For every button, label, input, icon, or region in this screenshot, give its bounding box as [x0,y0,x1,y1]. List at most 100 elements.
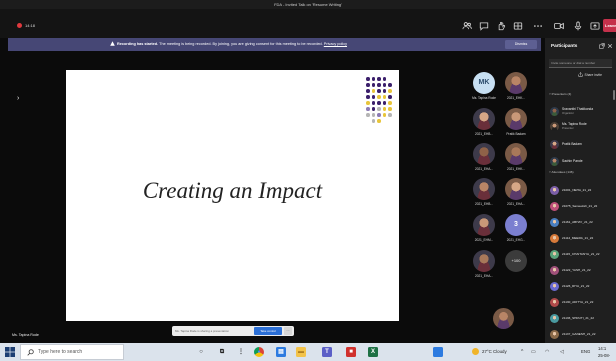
participant-tile[interactable]: 2021_EHA... [467,250,501,278]
presenter-row[interactable]: Ms. Tapina Rode Presenter [545,122,616,134]
meeting-toolbar: 14:18 Leave [0,9,616,38]
dismiss-button[interactable]: Dismiss [505,40,537,49]
more-icon[interactable] [533,21,543,31]
slide-decoration-dot [371,119,376,123]
presenters-section-header[interactable]: ˅ Presenters (4) [549,92,571,96]
participant-tile[interactable]: 2021_EHM... [467,214,501,242]
breakout-rooms-icon[interactable] [513,21,523,31]
participant-tile[interactable]: 2021_EHA... [467,143,501,171]
participant-name: 2021_EHB... [474,132,494,136]
slide-decoration-dot [371,77,376,81]
attendee-row[interactable]: 21115_CHAITANYA_21_22 [545,250,616,260]
battery-icon[interactable]: ▭ [531,349,536,355]
attendee-row[interactable]: 21126_RIYA_21_22 [545,282,616,292]
task-view-icon[interactable]: ⧉ [217,347,227,357]
people-icon[interactable] [462,21,472,31]
presenter-row[interactable]: Sravanthi Thatikonda Organizer [545,107,616,119]
pdf-icon[interactable]: ■ [346,347,356,357]
chevron-right-icon[interactable]: › [17,95,19,103]
language-indicator[interactable]: ENG [581,343,590,361]
slide-decoration-dot [366,95,370,99]
slide-decoration-dot [388,113,392,117]
slide-decoration-dot [366,83,370,87]
attendee-row[interactable]: 21122_YASH_21_22 [545,266,616,276]
slide-decoration-dot [366,113,370,117]
take-control-button[interactable]: Take control [254,327,282,335]
taskbar-clock[interactable]: 14:1 25-08- [598,345,616,359]
attendee-row[interactable]: 21161_ABHAY_21_22 [545,218,616,228]
slide-decoration-dot [388,95,392,99]
presenter-row[interactable]: Pratik Badam [545,140,616,152]
participant-avatar [473,143,495,165]
raise-hand-icon[interactable] [496,21,506,31]
attendee-name: 21114_MEERA_21_22 [562,236,594,240]
participant-avatar [473,214,495,236]
close-icon[interactable] [607,43,613,49]
participant-tile[interactable]: 2021_EHA... [499,178,533,206]
participant-name: 2021_EHA... [474,167,494,171]
share-invite-button[interactable]: Share invite [578,72,602,79]
file-explorer-icon[interactable]: ▬ [296,347,306,357]
clock-date: 25-08- [598,353,611,358]
share-screen-icon[interactable] [590,21,600,31]
participant-tile[interactable]: MK Ms. Tapina Rode [467,72,501,100]
teams-icon[interactable]: T [322,347,332,357]
speaker-icon[interactable]: ◁ [560,349,564,355]
store-icon[interactable]: ▤ [276,347,286,357]
attendee-row[interactable]: 21136_SHRUTI_21_22 [545,314,616,324]
attendee-row[interactable]: 21137_GANESH_21_22 [545,330,616,340]
slide-decoration-dot [366,89,370,93]
participant-tile[interactable]: 2021_EHB... [467,178,501,206]
sharing-status-text: Ms. Tapina Rode is sharing a presentatio… [175,329,229,333]
attendee-row[interactable]: 21114_MEERA_21_22 [545,234,616,244]
participant-tile[interactable]: 2021_EHK... [499,72,533,100]
participant-name: Ms. Tapina Rode [472,96,496,100]
chat-icon[interactable] [479,21,489,31]
participant-name: 2021_EHG... [506,238,526,242]
participant-tile[interactable]: 2021_EHB... [467,108,501,136]
widgets-icon[interactable]: ⋮ [236,347,246,357]
more-participants-badge[interactable]: +100 [505,250,527,272]
camera-icon[interactable] [554,21,564,31]
chrome-icon[interactable]: ● [254,347,264,357]
presenter-name-label: Ms. Tapina Rode [12,333,39,337]
taskbar-search-box[interactable]: Type here to search [20,344,124,360]
presenter-row[interactable]: Sachin Pande [545,157,616,169]
participant-tile[interactable]: Pratik Badam [499,108,533,136]
panel-scrollbar[interactable] [613,90,615,100]
share-icon [578,72,583,77]
cortana-icon[interactable]: ○ [196,347,206,357]
attendee-avatar [550,298,559,307]
tray-app-icon[interactable] [433,347,443,357]
slide-decoration-dot [382,101,387,105]
mic-icon[interactable] [573,21,583,31]
leave-button[interactable]: Leave [603,19,616,32]
participant-name: 2021_EHK... [506,167,526,171]
weather-widget[interactable]: 27°C Cloudy [472,343,507,361]
privacy-policy-link[interactable]: Privacy policy [324,42,347,46]
windows-start-icon[interactable] [5,347,15,357]
warning-icon [110,41,115,46]
attendee-row[interactable]: 21130_ADITYA_21_22 [545,298,616,308]
invite-input[interactable]: Invite someone or dial a number [549,59,612,68]
more-options-button[interactable]: ... [284,327,292,335]
attendee-row[interactable]: 21075_Sameeksh_21_22 [545,202,616,212]
chevron-up-icon[interactable]: ^ [521,349,523,355]
attendee-row[interactable]: 21001_NEHA_21_22 [545,186,616,196]
participant-tile[interactable]: 2021_EHK... [499,143,533,171]
attendee-name: 21161_ABHAY_21_22 [562,220,593,224]
slide-decoration-dot [388,107,392,111]
attendees-section-header[interactable]: ˅ Attendees (146) [549,170,574,174]
participants-panel: Participants Invite someone or dial a nu… [545,38,616,343]
participant-avatar [473,250,495,272]
participant-avatar [505,178,527,200]
slide-decoration-dot [388,83,392,87]
participant-tile[interactable]: 3 2021_EHG... [499,214,533,242]
wifi-icon[interactable]: ◠ [545,349,549,355]
excel-icon[interactable]: X [368,347,378,357]
pop-out-icon[interactable] [599,43,605,49]
attendee-avatar [550,202,559,211]
attendee-name: 21122_YASH_21_22 [562,268,591,272]
slide-decoration-dot [377,77,381,81]
attendee-avatar [550,330,559,339]
